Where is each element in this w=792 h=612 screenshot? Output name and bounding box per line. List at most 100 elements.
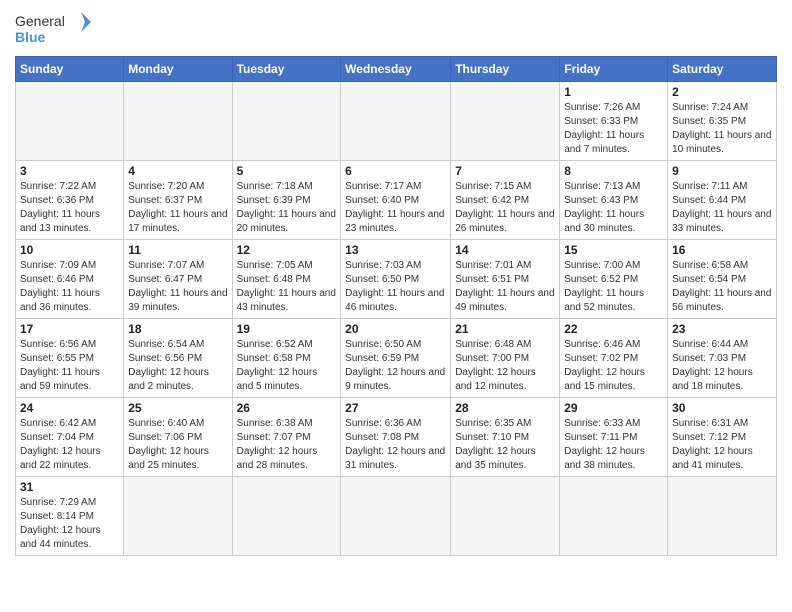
week-row-4: 24 Sunrise: 6:42 AMSunset: 7:04 PMDayligh… xyxy=(16,398,777,477)
calendar-cell: 2 Sunrise: 7:24 AMSunset: 6:35 PMDaylight… xyxy=(668,82,777,161)
calendar-cell xyxy=(451,477,560,556)
generalblue-logo-icon: General Blue xyxy=(15,10,95,48)
day-info: Sunrise: 7:20 AMSunset: 6:37 PMDaylight:… xyxy=(128,180,227,236)
day-info: Sunrise: 6:50 AMSunset: 6:59 PMDaylight:… xyxy=(345,338,446,394)
day-info: Sunrise: 7:15 AMSunset: 6:42 PMDaylight:… xyxy=(455,180,555,236)
header-row: SundayMondayTuesdayWednesdayThursdayFrid… xyxy=(16,57,777,82)
day-info: Sunrise: 6:46 AMSunset: 7:02 PMDaylight:… xyxy=(564,338,663,394)
calendar-header: SundayMondayTuesdayWednesdayThursdayFrid… xyxy=(16,57,777,82)
calendar-cell: 26 Sunrise: 6:38 AMSunset: 7:07 PMDayligh… xyxy=(232,398,341,477)
day-number: 20 xyxy=(345,322,446,336)
calendar-cell xyxy=(232,477,341,556)
day-number: 6 xyxy=(345,164,446,178)
day-info: Sunrise: 7:13 AMSunset: 6:43 PMDaylight:… xyxy=(564,180,663,236)
col-header-thursday: Thursday xyxy=(451,57,560,82)
calendar-cell xyxy=(668,477,777,556)
day-info: Sunrise: 6:48 AMSunset: 7:00 PMDaylight:… xyxy=(455,338,555,394)
day-info: Sunrise: 6:35 AMSunset: 7:10 PMDaylight:… xyxy=(455,417,555,473)
day-info: Sunrise: 6:58 AMSunset: 6:54 PMDaylight:… xyxy=(672,259,772,315)
calendar-table: SundayMondayTuesdayWednesdayThursdayFrid… xyxy=(15,56,777,556)
calendar-cell: 10Sunrise: 7:09 AMSunset: 6:46 PMDayligh… xyxy=(16,240,124,319)
day-number: 27 xyxy=(345,401,446,415)
calendar-cell: 22 Sunrise: 6:46 AMSunset: 7:02 PMDayligh… xyxy=(560,319,668,398)
day-info: Sunrise: 6:36 AMSunset: 7:08 PMDaylight:… xyxy=(345,417,446,473)
day-info: Sunrise: 6:38 AMSunset: 7:07 PMDaylight:… xyxy=(237,417,337,473)
day-number: 28 xyxy=(455,401,555,415)
week-row-2: 10Sunrise: 7:09 AMSunset: 6:46 PMDayligh… xyxy=(16,240,777,319)
calendar-cell: 8 Sunrise: 7:13 AMSunset: 6:43 PMDaylight… xyxy=(560,161,668,240)
day-number: 13 xyxy=(345,243,446,257)
day-info: Sunrise: 6:42 AMSunset: 7:04 PMDaylight:… xyxy=(20,417,119,473)
calendar-body: 1 Sunrise: 7:26 AMSunset: 6:33 PMDaylight… xyxy=(16,82,777,556)
col-header-tuesday: Tuesday xyxy=(232,57,341,82)
calendar-cell: 16 Sunrise: 6:58 AMSunset: 6:54 PMDayligh… xyxy=(668,240,777,319)
calendar-cell: 20 Sunrise: 6:50 AMSunset: 6:59 PMDayligh… xyxy=(341,319,451,398)
day-info: Sunrise: 7:03 AMSunset: 6:50 PMDaylight:… xyxy=(345,259,446,315)
week-row-5: 31 Sunrise: 7:29 AMSunset: 8:14 PMDayligh… xyxy=(16,477,777,556)
day-info: Sunrise: 7:17 AMSunset: 6:40 PMDaylight:… xyxy=(345,180,446,236)
day-info: Sunrise: 6:52 AMSunset: 6:58 PMDaylight:… xyxy=(237,338,337,394)
day-info: Sunrise: 7:11 AMSunset: 6:44 PMDaylight:… xyxy=(672,180,772,236)
col-header-wednesday: Wednesday xyxy=(341,57,451,82)
day-info: Sunrise: 7:09 AMSunset: 6:46 PMDaylight:… xyxy=(20,259,119,315)
calendar-cell xyxy=(341,82,451,161)
day-number: 18 xyxy=(128,322,227,336)
calendar-cell xyxy=(341,477,451,556)
day-info: Sunrise: 6:56 AMSunset: 6:55 PMDaylight:… xyxy=(20,338,119,394)
col-header-saturday: Saturday xyxy=(668,57,777,82)
day-number: 22 xyxy=(564,322,663,336)
day-info: Sunrise: 7:07 AMSunset: 6:47 PMDaylight:… xyxy=(128,259,227,315)
day-number: 31 xyxy=(20,480,119,494)
calendar-cell: 9 Sunrise: 7:11 AMSunset: 6:44 PMDaylight… xyxy=(668,161,777,240)
calendar-cell xyxy=(124,82,232,161)
calendar-cell: 24 Sunrise: 6:42 AMSunset: 7:04 PMDayligh… xyxy=(16,398,124,477)
day-info: Sunrise: 7:29 AMSunset: 8:14 PMDaylight:… xyxy=(20,496,119,552)
day-number: 30 xyxy=(672,401,772,415)
calendar-cell: 17 Sunrise: 6:56 AMSunset: 6:55 PMDayligh… xyxy=(16,319,124,398)
day-number: 23 xyxy=(672,322,772,336)
calendar-cell: 7 Sunrise: 7:15 AMSunset: 6:42 PMDaylight… xyxy=(451,161,560,240)
calendar-cell: 28 Sunrise: 6:35 AMSunset: 7:10 PMDayligh… xyxy=(451,398,560,477)
col-header-friday: Friday xyxy=(560,57,668,82)
calendar-cell: 13 Sunrise: 7:03 AMSunset: 6:50 PMDayligh… xyxy=(341,240,451,319)
calendar-cell xyxy=(451,82,560,161)
header: General Blue xyxy=(15,10,777,48)
day-info: Sunrise: 7:18 AMSunset: 6:39 PMDaylight:… xyxy=(237,180,337,236)
day-info: Sunrise: 6:54 AMSunset: 6:56 PMDaylight:… xyxy=(128,338,227,394)
calendar-cell xyxy=(16,82,124,161)
day-number: 26 xyxy=(237,401,337,415)
day-info: Sunrise: 7:26 AMSunset: 6:33 PMDaylight:… xyxy=(564,101,663,157)
day-info: Sunrise: 7:00 AMSunset: 6:52 PMDaylight:… xyxy=(564,259,663,315)
calendar-cell: 6 Sunrise: 7:17 AMSunset: 6:40 PMDaylight… xyxy=(341,161,451,240)
calendar-cell: 5Sunrise: 7:18 AMSunset: 6:39 PMDaylight… xyxy=(232,161,341,240)
calendar-cell: 29Sunrise: 6:33 AMSunset: 7:11 PMDayligh… xyxy=(560,398,668,477)
day-number: 19 xyxy=(237,322,337,336)
calendar-cell: 11 Sunrise: 7:07 AMSunset: 6:47 PMDayligh… xyxy=(124,240,232,319)
day-info: Sunrise: 7:22 AMSunset: 6:36 PMDaylight:… xyxy=(20,180,119,236)
day-number: 12 xyxy=(237,243,337,257)
day-number: 1 xyxy=(564,85,663,99)
day-number: 9 xyxy=(672,164,772,178)
day-number: 14 xyxy=(455,243,555,257)
day-number: 24 xyxy=(20,401,119,415)
day-number: 7 xyxy=(455,164,555,178)
calendar-cell: 15Sunrise: 7:00 AMSunset: 6:52 PMDayligh… xyxy=(560,240,668,319)
svg-text:Blue: Blue xyxy=(15,29,46,45)
day-number: 29 xyxy=(564,401,663,415)
day-info: Sunrise: 7:24 AMSunset: 6:35 PMDaylight:… xyxy=(672,101,772,157)
day-number: 8 xyxy=(564,164,663,178)
day-number: 17 xyxy=(20,322,119,336)
week-row-3: 17 Sunrise: 6:56 AMSunset: 6:55 PMDayligh… xyxy=(16,319,777,398)
calendar-cell: 25Sunrise: 6:40 AMSunset: 7:06 PMDayligh… xyxy=(124,398,232,477)
day-number: 2 xyxy=(672,85,772,99)
day-number: 21 xyxy=(455,322,555,336)
calendar-cell: 18 Sunrise: 6:54 AMSunset: 6:56 PMDayligh… xyxy=(124,319,232,398)
calendar-cell: 12Sunrise: 7:05 AMSunset: 6:48 PMDayligh… xyxy=(232,240,341,319)
day-number: 25 xyxy=(128,401,227,415)
day-number: 16 xyxy=(672,243,772,257)
calendar-cell: 4Sunrise: 7:20 AMSunset: 6:37 PMDaylight… xyxy=(124,161,232,240)
col-header-sunday: Sunday xyxy=(16,57,124,82)
calendar-cell: 27 Sunrise: 6:36 AMSunset: 7:08 PMDayligh… xyxy=(341,398,451,477)
day-number: 3 xyxy=(20,164,119,178)
day-number: 11 xyxy=(128,243,227,257)
